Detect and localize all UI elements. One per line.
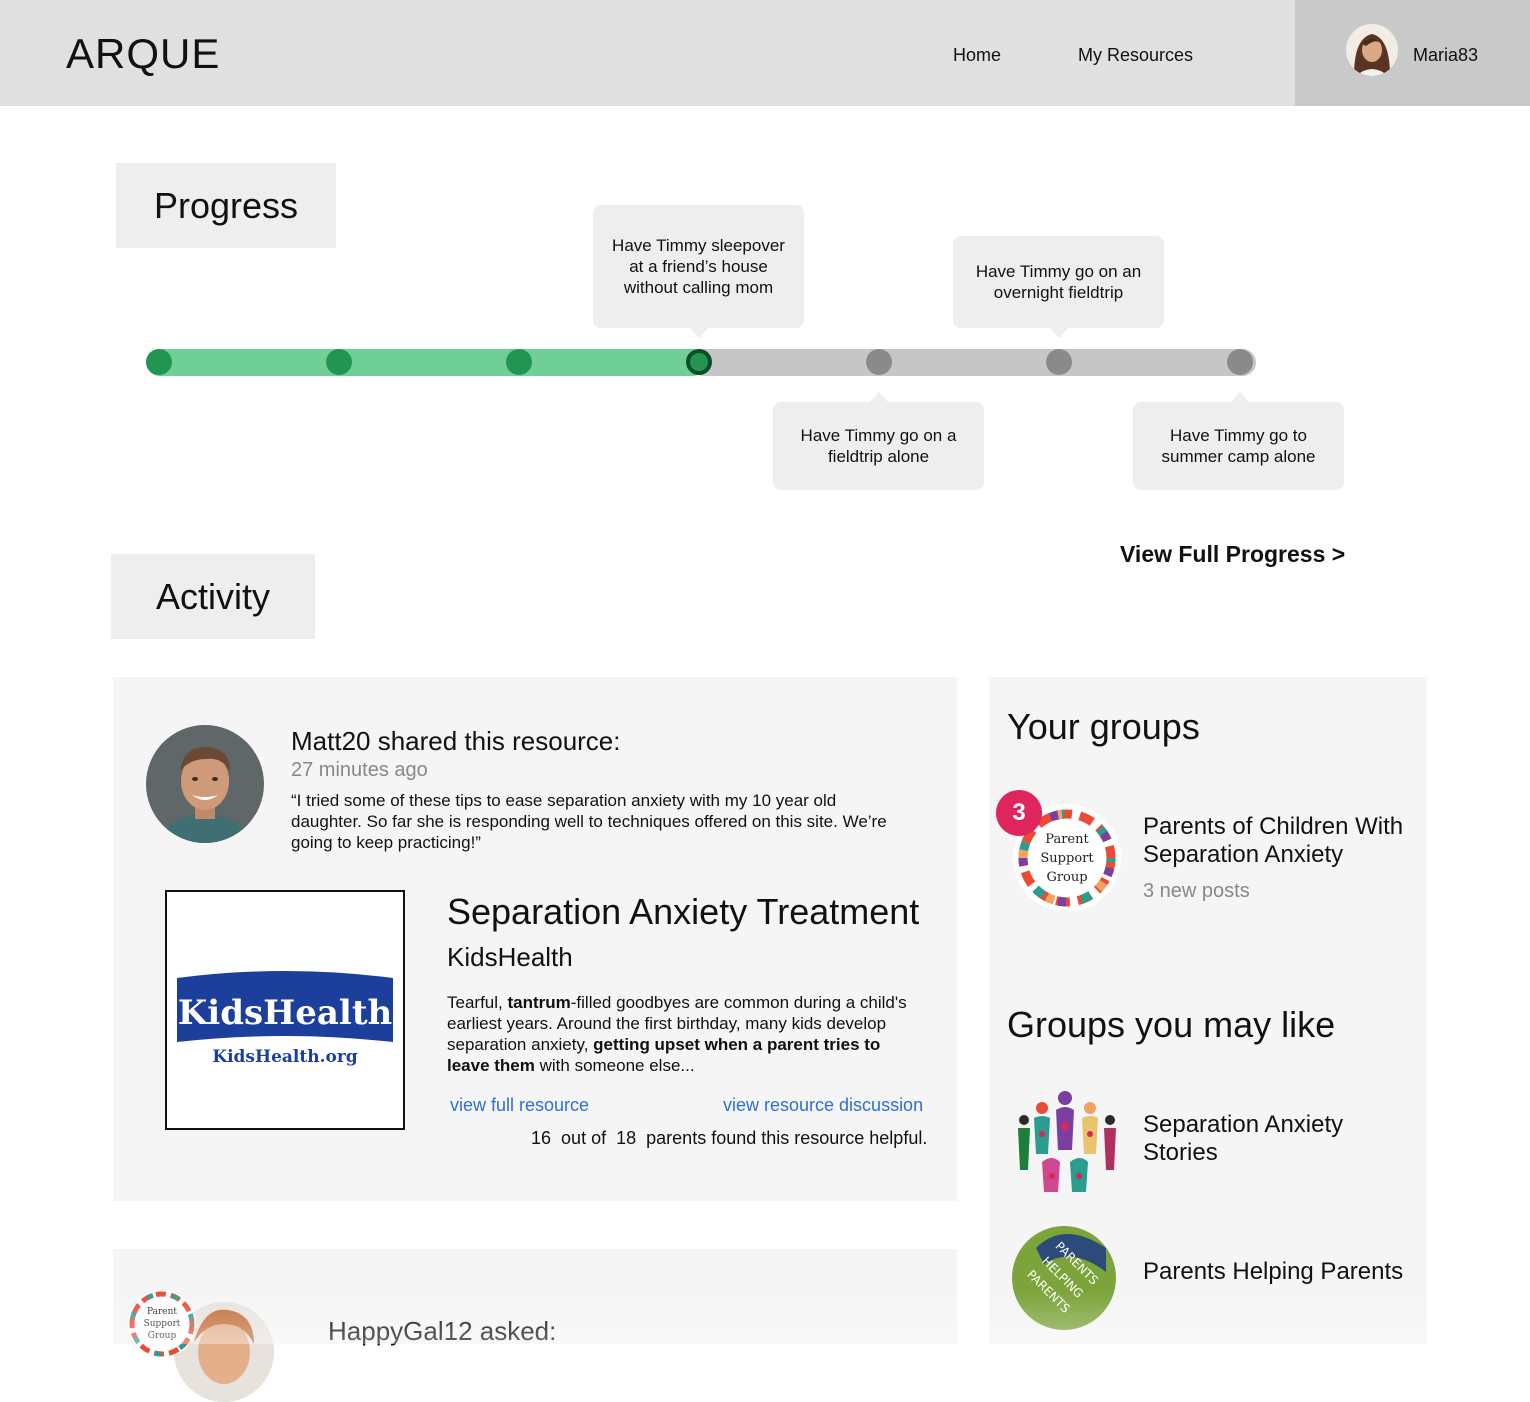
helpful-text: parents found this resource helpful. (646, 1128, 928, 1148)
tooltip-pointer (1231, 392, 1249, 402)
resource-description: Tearful, tantrum-filled goodbyes are com… (447, 992, 917, 1076)
logo-url: KidsHealth.org (212, 1047, 357, 1067)
user-avatar[interactable] (1346, 24, 1398, 76)
group-new-posts: 3 new posts (1143, 880, 1250, 902)
view-resource-discussion-link[interactable]: view resource discussion (723, 1095, 923, 1116)
logo-word: Support (1040, 851, 1094, 866)
groups-you-may-like-heading: Groups you may like (1007, 1004, 1336, 1045)
app-logo[interactable]: ARQUE (66, 30, 220, 78)
parents-helping-parents-logo-icon[interactable]: PARENTS HELPING PARENTS (1010, 1222, 1118, 1330)
milestone-tooltip: Have Timmy go to summer camp alone (1133, 402, 1344, 490)
logo-word: Group (1046, 870, 1087, 885)
desc-text: with someone else... (534, 1056, 695, 1075)
milestone-dot-2[interactable] (326, 349, 352, 375)
people-group-icon[interactable] (1012, 1088, 1122, 1196)
helpful-total: 18 (616, 1128, 637, 1148)
activity-heading: Activity (111, 554, 315, 639)
logo-word: Support (144, 1319, 181, 1329)
new-posts-badge: 3 (996, 790, 1042, 836)
desc-text: Tearful, (447, 993, 508, 1012)
desc-bold: tantrum (507, 993, 571, 1012)
tooltip-pointer (870, 392, 888, 402)
helpful-text: out of (561, 1128, 607, 1148)
milestone-label: Have Timmy go on a fieldtrip alone (800, 426, 957, 466)
tooltip-pointer (1050, 328, 1068, 338)
poster-avatar[interactable] (146, 725, 264, 843)
milestone-label: Have Timmy go to summer camp alone (1161, 426, 1316, 466)
progress-heading: Progress (116, 163, 336, 248)
milestone-tooltip: Have Timmy go on a fieldtrip alone (773, 402, 984, 490)
suggested-group-name[interactable]: Separation Anxiety Stories (1143, 1111, 1403, 1167)
milestone-dot-6[interactable] (1046, 349, 1072, 375)
username[interactable]: Maria83 (1413, 45, 1478, 66)
helpful-rating: 16 out of 18 parents found this resource… (531, 1128, 927, 1149)
milestone-dot-current[interactable] (686, 349, 712, 375)
milestone-dot-1[interactable] (146, 349, 172, 375)
resource-source: KidsHealth (447, 942, 573, 972)
helpful-count: 16 (531, 1128, 552, 1148)
view-full-resource-link[interactable]: view full resource (450, 1095, 589, 1116)
tooltip-pointer (690, 328, 708, 338)
activity-heading-text: Activity (155, 575, 270, 617)
milestone-label: Have Timmy sleepover at a friend’s house… (612, 236, 785, 297)
post-title: HappyGal12 asked: (328, 1316, 557, 1346)
your-groups-heading: Your groups (1007, 706, 1200, 747)
resource-title[interactable]: Separation Anxiety Treatment (447, 891, 919, 933)
nav-home[interactable]: Home (953, 45, 1001, 66)
logo-word: Parent (147, 1307, 177, 1317)
post-timestamp: 27 minutes ago (291, 759, 428, 781)
milestone-dot-3[interactable] (506, 349, 532, 375)
milestone-tooltip: Have Timmy sleepover at a friend’s house… (593, 205, 804, 328)
progress-track-remaining (690, 349, 1256, 376)
logo-word: Parent (1045, 832, 1089, 847)
milestone-dot-5[interactable] (866, 349, 892, 375)
post-title: Matt20 shared this resource: (291, 726, 621, 756)
milestone-dot-7[interactable] (1227, 349, 1253, 375)
post-quote: “I tried some of these tips to ease sepa… (291, 791, 887, 852)
suggested-group-name[interactable]: Parents Helping Parents (1143, 1258, 1403, 1286)
view-full-progress-link[interactable]: View Full Progress > (1120, 541, 1345, 568)
group-name[interactable]: Parents of Children With Separation Anxi… (1143, 813, 1413, 869)
logo-wordmark: KidsHealth (178, 993, 393, 1033)
group-logo-icon: Parent Support Group (128, 1290, 196, 1358)
logo-word: Group (148, 1331, 177, 1341)
resource-thumbnail[interactable]: KidsHealth KidsHealth.org (165, 890, 405, 1130)
progress-heading-text: Progress (153, 184, 299, 226)
milestone-label: Have Timmy go on an overnight fieldtrip (975, 262, 1142, 302)
nav-my-resources[interactable]: My Resources (1078, 45, 1193, 66)
milestone-tooltip: Have Timmy go on an overnight fieldtrip (953, 236, 1164, 328)
progress-track-completed (146, 349, 706, 376)
